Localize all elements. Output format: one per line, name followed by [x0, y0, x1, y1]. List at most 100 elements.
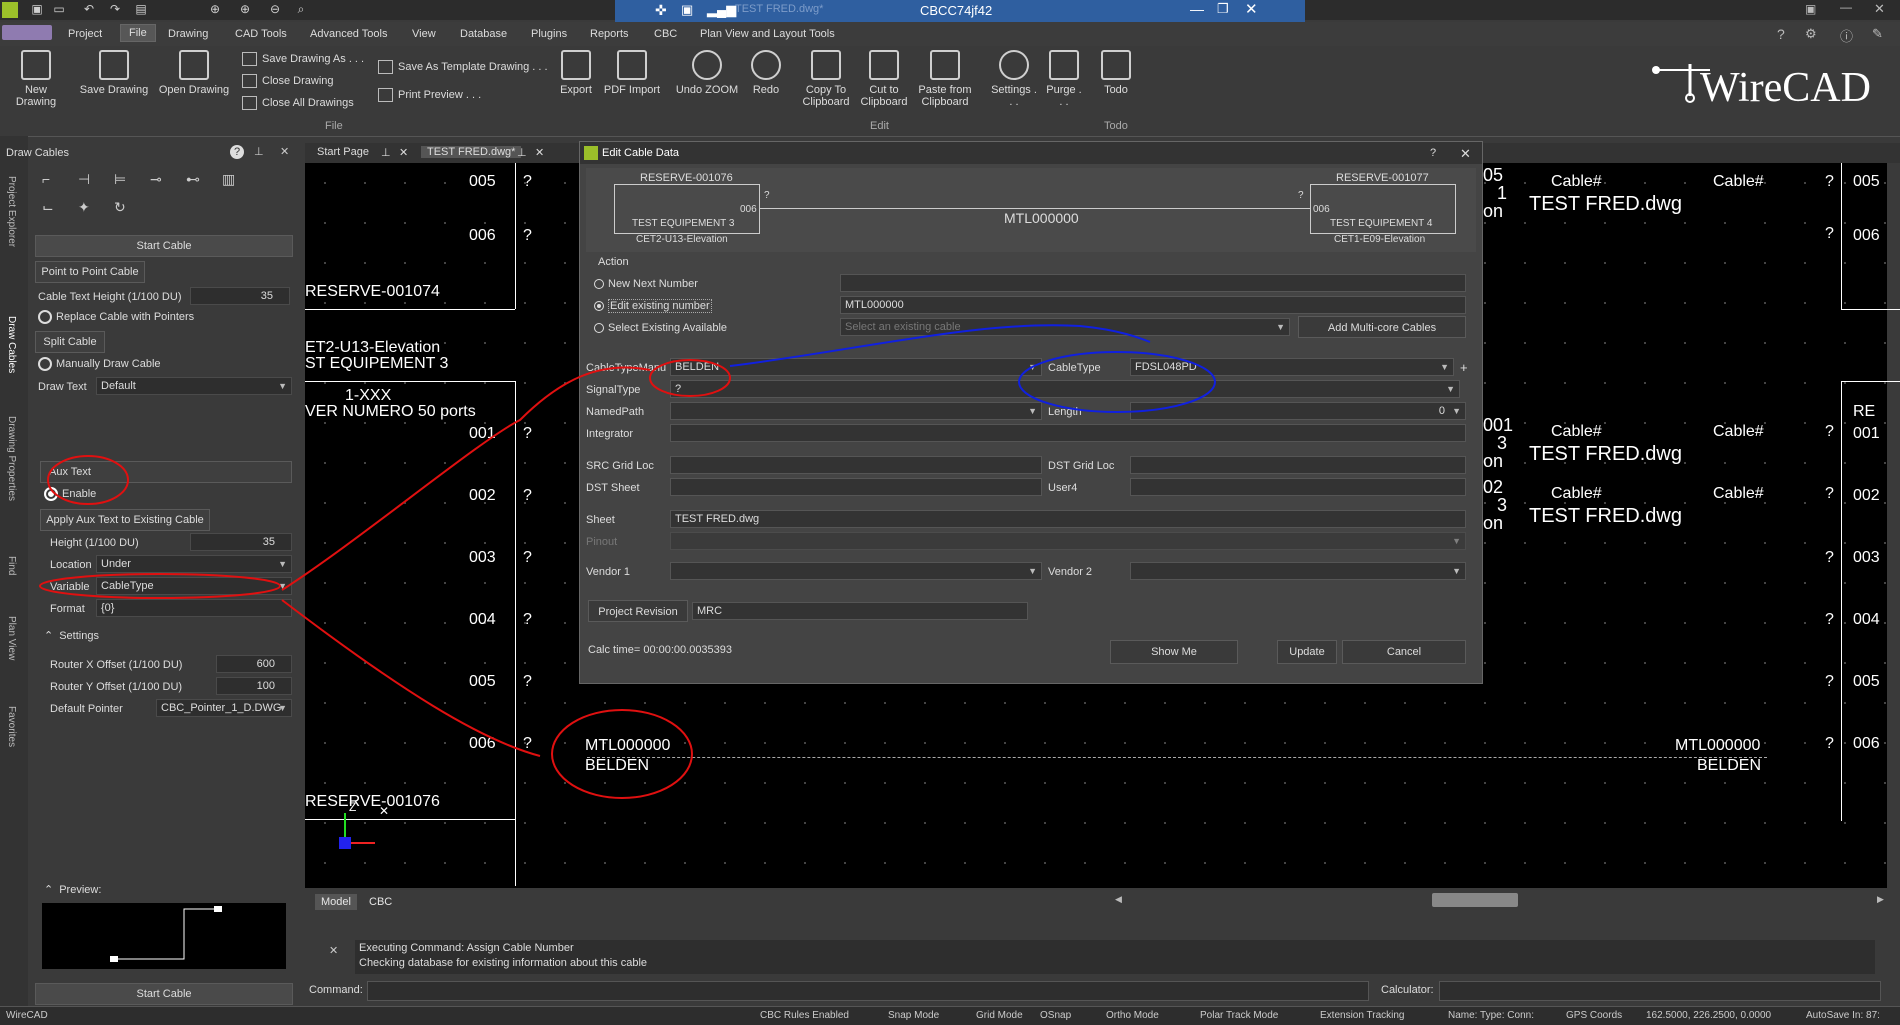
tab-start-page[interactable]: Start Page: [317, 146, 369, 158]
cut-clipboard-button[interactable]: Cut to Clipboard: [858, 50, 910, 108]
split-cable-button[interactable]: Split Cable: [35, 331, 105, 353]
replace-cable-option[interactable]: Replace Cable with Pointers: [38, 310, 194, 324]
command-close-icon[interactable]: ✕: [329, 944, 338, 957]
point-to-point-button[interactable]: Point to Point Cable: [35, 261, 145, 283]
settings-icon[interactable]: ⚙: [1805, 26, 1817, 42]
status-grid[interactable]: Grid Mode: [976, 1010, 1023, 1021]
menu-file[interactable]: File: [120, 24, 156, 42]
side-tab-drawing-properties[interactable]: Drawing Properties: [6, 416, 17, 501]
export-button[interactable]: Export: [556, 50, 596, 96]
restore-icon[interactable]: ❐: [1217, 1, 1229, 17]
panel-help-icon[interactable]: ?: [230, 145, 244, 159]
manual-draw-radio[interactable]: [38, 357, 52, 371]
close-all-button[interactable]: Close All Drawings: [242, 96, 354, 110]
close-icon[interactable]: ✕: [1245, 0, 1258, 18]
pdf-import-button[interactable]: PDF Import: [602, 50, 662, 96]
edit-existing-radio[interactable]: [594, 301, 604, 312]
print-preview-button[interactable]: Print Preview . . .: [378, 88, 481, 102]
menu-cad-tools[interactable]: CAD Tools: [235, 28, 287, 40]
search-icon[interactable]: ⌕: [294, 3, 308, 16]
router-y-field[interactable]: 100: [216, 677, 292, 695]
save-drawing-button[interactable]: Save Drawing: [78, 50, 150, 96]
app-logo-icon[interactable]: [2, 2, 18, 18]
side-tab-find[interactable]: Find: [6, 556, 17, 575]
add-cabletype-icon[interactable]: +: [1460, 360, 1468, 375]
tools-icon[interactable]: ✎: [1872, 26, 1883, 42]
app-menu-button[interactable]: [2, 25, 52, 40]
undo-zoom-button[interactable]: Undo ZOOM: [674, 50, 740, 96]
draw-text-select[interactable]: Default ▼: [96, 377, 292, 395]
cancel-button[interactable]: Cancel: [1342, 640, 1466, 664]
project-revision-button[interactable]: Project Revision: [588, 600, 688, 622]
copy-clipboard-button[interactable]: Copy To Clipboard: [798, 50, 854, 108]
status-polar[interactable]: Polar Track Mode: [1200, 1010, 1278, 1021]
replace-cable-radio[interactable]: [38, 310, 52, 324]
revision-field[interactable]: MRC: [692, 602, 1028, 620]
menu-reports[interactable]: Reports: [590, 28, 629, 40]
split-icon[interactable]: ⊨: [114, 171, 126, 188]
info-icon[interactable]: ⓘ: [1840, 26, 1853, 45]
command-input[interactable]: [367, 981, 1369, 1001]
dialog-close-icon[interactable]: ✕: [1460, 146, 1471, 162]
panel-pin-icon[interactable]: ⊥: [254, 145, 264, 158]
pin-icon[interactable]: ✜: [655, 2, 667, 19]
manu-select[interactable]: BELDEN ▼: [670, 358, 1042, 376]
menu-database[interactable]: Database: [460, 28, 507, 40]
menu-advanced-tools[interactable]: Advanced Tools: [310, 28, 387, 40]
new-next-radio[interactable]: [594, 279, 604, 290]
sheet-field[interactable]: TEST FRED.dwg: [670, 510, 1466, 528]
menu-plugins[interactable]: Plugins: [531, 28, 567, 40]
vendor1-select[interactable]: ▼: [670, 562, 1042, 580]
save-template-button[interactable]: Save As Template Drawing . . .: [378, 60, 548, 74]
horizontal-scroll-thumb[interactable]: [1432, 893, 1518, 907]
apply-aux-button[interactable]: Apply Aux Text to Existing Cable: [40, 509, 210, 531]
variable-select[interactable]: CableType ▼: [96, 577, 292, 595]
src-grid-field[interactable]: [670, 456, 1042, 474]
integrator-field[interactable]: [670, 424, 1466, 442]
tab-pin-icon[interactable]: ⊥: [517, 146, 527, 159]
open-icon[interactable]: ▭: [52, 3, 66, 16]
vendor2-select[interactable]: ▼: [1130, 562, 1466, 580]
side-tab-draw-cables[interactable]: Draw Cables: [6, 316, 17, 373]
dialog-help-icon[interactable]: ?: [1430, 147, 1436, 159]
status-extension[interactable]: Extension Tracking: [1320, 1010, 1405, 1021]
todo-button[interactable]: Todo: [1096, 50, 1136, 96]
tab-close-icon[interactable]: ✕: [399, 146, 408, 159]
menu-plan-view[interactable]: Plan View and Layout Tools: [700, 28, 835, 40]
connector-icon[interactable]: ⊸: [150, 171, 162, 188]
new-next-field[interactable]: [840, 274, 1466, 292]
user4-field[interactable]: [1130, 478, 1466, 496]
panel-close-icon[interactable]: ✕: [280, 145, 289, 158]
namedpath-select[interactable]: ▼: [670, 402, 1042, 420]
book-icon[interactable]: ▥: [222, 171, 235, 188]
cable-line[interactable]: [587, 757, 1767, 759]
menu-drawing[interactable]: Drawing: [168, 28, 208, 40]
route-icon[interactable]: ⌐: [42, 171, 50, 187]
status-snap[interactable]: Snap Mode: [888, 1010, 939, 1021]
start-cable-bottom-button[interactable]: Start Cable: [35, 983, 293, 1005]
router-x-field[interactable]: 600: [216, 655, 292, 673]
status-cbc-rules[interactable]: CBC Rules Enabled: [760, 1010, 849, 1021]
menu-cbc[interactable]: CBC: [654, 28, 677, 40]
redo-icon[interactable]: ↷: [108, 3, 122, 16]
save-drawing-as-button[interactable]: Save Drawing As . . .: [242, 52, 364, 66]
start-cable-button[interactable]: Start Cable: [35, 235, 293, 257]
enable-radio[interactable]: [44, 487, 58, 501]
select-existing-dropdown[interactable]: Select an existing cable ▼: [840, 318, 1290, 336]
corner-icon[interactable]: ⌙: [42, 199, 54, 216]
menu-view[interactable]: View: [412, 28, 436, 40]
format-field[interactable]: {0}: [96, 599, 292, 617]
lock-icon[interactable]: ▣: [681, 2, 693, 18]
dst-grid-field[interactable]: [1130, 456, 1466, 474]
close-small-icon[interactable]: ✕: [1874, 1, 1885, 17]
print-icon[interactable]: ▤: [134, 3, 148, 16]
save-icon[interactable]: ▣: [30, 3, 44, 16]
branch-icon[interactable]: ⊣: [78, 171, 90, 188]
help-icon[interactable]: ?: [1777, 26, 1785, 42]
restore-small-icon[interactable]: ▣: [1805, 2, 1816, 16]
tab-close-icon[interactable]: ✕: [535, 146, 544, 159]
update-button[interactable]: Update: [1277, 640, 1337, 664]
minimize-small-icon[interactable]: —: [1840, 0, 1852, 14]
edit-existing-option[interactable]: Edit existing number: [594, 299, 712, 313]
add-multicore-button[interactable]: Add Multi-core Cables: [1298, 316, 1466, 338]
